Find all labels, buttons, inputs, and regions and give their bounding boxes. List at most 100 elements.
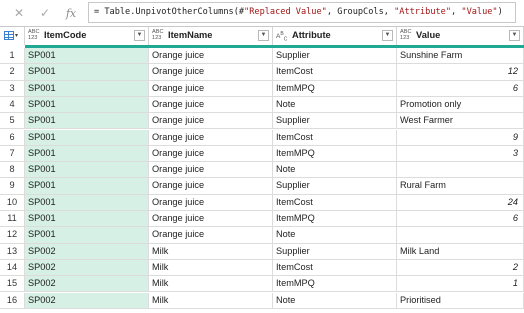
- cell-value[interactable]: 2: [397, 259, 524, 277]
- cell-value[interactable]: 1: [397, 276, 524, 293]
- table-row[interactable]: 10 SP001 Orange juice ItemCost 24: [0, 194, 524, 211]
- table-row[interactable]: 2 SP001 Orange juice ItemCost 12: [0, 64, 524, 81]
- table-row[interactable]: 8 SP001 Orange juice Note: [0, 162, 524, 179]
- row-number[interactable]: 9: [0, 178, 25, 195]
- cell-attribute[interactable]: ItemCost: [273, 129, 397, 146]
- cell-attribute[interactable]: Note: [273, 96, 397, 114]
- cell-attribute[interactable]: ItemMPQ: [273, 211, 397, 228]
- cell-itemname[interactable]: Milk: [149, 259, 273, 277]
- cell-itemcode[interactable]: SP001: [25, 145, 149, 163]
- cell-itemname[interactable]: Orange juice: [149, 129, 273, 146]
- cell-itemcode[interactable]: SP001: [25, 96, 149, 114]
- cell-attribute[interactable]: Note: [273, 162, 397, 179]
- table-row[interactable]: 6 SP001 Orange juice ItemCost 9: [0, 129, 524, 146]
- cell-value[interactable]: Milk Land: [397, 243, 524, 260]
- cell-itemname[interactable]: Orange juice: [149, 194, 273, 211]
- cell-itemcode[interactable]: SP002: [25, 292, 149, 309]
- row-number[interactable]: 2: [0, 64, 25, 81]
- row-number[interactable]: 10: [0, 194, 25, 211]
- cell-itemname[interactable]: Orange juice: [149, 113, 273, 130]
- cell-attribute[interactable]: ItemMPQ: [273, 145, 397, 163]
- cell-itemcode[interactable]: SP001: [25, 80, 149, 97]
- table-row[interactable]: 3 SP001 Orange juice ItemMPQ 6: [0, 80, 524, 97]
- row-number[interactable]: 7: [0, 145, 25, 163]
- cell-value[interactable]: 6: [397, 80, 524, 97]
- cell-attribute[interactable]: ItemMPQ: [273, 80, 397, 97]
- cell-itemcode[interactable]: SP001: [25, 113, 149, 130]
- table-row[interactable]: 13 SP002 Milk Supplier Milk Land: [0, 243, 524, 260]
- table-row[interactable]: 15 SP002 Milk ItemMPQ 1: [0, 276, 524, 293]
- cell-attribute[interactable]: Note: [273, 227, 397, 244]
- cell-itemcode[interactable]: SP002: [25, 259, 149, 277]
- column-header-value[interactable]: ABC 123 Value ▼: [397, 27, 524, 45]
- cell-value[interactable]: Promotion only: [397, 96, 524, 114]
- cell-itemcode[interactable]: SP001: [25, 129, 149, 146]
- filter-dropdown-icon[interactable]: ▼: [134, 30, 145, 41]
- table-row[interactable]: 12 SP001 Orange juice Note: [0, 227, 524, 244]
- cell-itemname[interactable]: Orange juice: [149, 48, 273, 65]
- cell-attribute[interactable]: ItemCost: [273, 194, 397, 211]
- table-row[interactable]: 9 SP001 Orange juice Supplier Rural Farm: [0, 178, 524, 195]
- cell-value[interactable]: 12: [397, 64, 524, 81]
- cell-itemcode[interactable]: SP001: [25, 64, 149, 81]
- table-row[interactable]: 16 SP002 Milk Note Prioritised: [0, 292, 524, 309]
- type-any-icon[interactable]: ABC 123: [400, 29, 412, 41]
- cell-itemname[interactable]: Orange juice: [149, 227, 273, 244]
- row-number[interactable]: 14: [0, 259, 25, 277]
- column-header-attribute[interactable]: ABC Attribute ▼: [273, 27, 397, 45]
- table-row[interactable]: 1 SP001 Orange juice Supplier Sunshine Farm: [0, 48, 524, 65]
- cell-itemname[interactable]: Milk: [149, 292, 273, 309]
- cell-itemcode[interactable]: SP001: [25, 178, 149, 195]
- cell-itemname[interactable]: Orange juice: [149, 178, 273, 195]
- cell-value[interactable]: Prioritised: [397, 292, 524, 309]
- row-number[interactable]: 16: [0, 292, 25, 309]
- filter-dropdown-icon[interactable]: ▼: [509, 30, 520, 41]
- fx-icon[interactable]: fx: [60, 4, 82, 22]
- cell-value[interactable]: 24: [397, 194, 524, 211]
- cell-value[interactable]: [397, 162, 524, 179]
- column-header-itemname[interactable]: ABC 123 ItemName ▼: [149, 27, 273, 45]
- formula-input[interactable]: = Table.UnpivotOtherColumns(#"Replaced V…: [88, 2, 516, 23]
- row-number[interactable]: 15: [0, 276, 25, 293]
- cell-itemname[interactable]: Orange juice: [149, 96, 273, 114]
- cell-itemname[interactable]: Orange juice: [149, 145, 273, 163]
- cell-itemname[interactable]: Orange juice: [149, 80, 273, 97]
- cell-value[interactable]: 3: [397, 145, 524, 163]
- cell-attribute[interactable]: ItemMPQ: [273, 276, 397, 293]
- row-number[interactable]: 13: [0, 243, 25, 260]
- column-header-itemcode[interactable]: ABC 123 ItemCode ▼: [25, 27, 149, 45]
- row-number[interactable]: 6: [0, 129, 25, 146]
- row-number[interactable]: 1: [0, 48, 25, 65]
- type-any-icon[interactable]: ABC 123: [152, 29, 164, 41]
- row-number[interactable]: 11: [0, 211, 25, 228]
- cell-itemcode[interactable]: SP002: [25, 276, 149, 293]
- cell-itemname[interactable]: Orange juice: [149, 64, 273, 81]
- type-any-icon[interactable]: ABC 123: [28, 29, 40, 41]
- table-row[interactable]: 11 SP001 Orange juice ItemMPQ 6: [0, 211, 524, 228]
- cell-value[interactable]: 6: [397, 211, 524, 228]
- cell-itemname[interactable]: Orange juice: [149, 211, 273, 228]
- cell-itemcode[interactable]: SP001: [25, 162, 149, 179]
- row-number[interactable]: 3: [0, 80, 25, 97]
- table-row[interactable]: 14 SP002 Milk ItemCost 2: [0, 259, 524, 277]
- cell-itemcode[interactable]: SP001: [25, 48, 149, 65]
- cell-itemname[interactable]: Milk: [149, 243, 273, 260]
- filter-dropdown-icon[interactable]: ▼: [258, 30, 269, 41]
- cell-itemcode[interactable]: SP001: [25, 227, 149, 244]
- cell-itemname[interactable]: Milk: [149, 276, 273, 293]
- cell-value[interactable]: West Farmer: [397, 113, 524, 130]
- cell-attribute[interactable]: Supplier: [273, 113, 397, 130]
- table-row[interactable]: 5 SP001 Orange juice Supplier West Farmer: [0, 113, 524, 130]
- table-row[interactable]: 7 SP001 Orange juice ItemMPQ 3: [0, 145, 524, 163]
- cell-value[interactable]: Rural Farm: [397, 178, 524, 195]
- row-number[interactable]: 5: [0, 113, 25, 130]
- close-icon[interactable]: ✕: [8, 4, 30, 22]
- cell-attribute[interactable]: ItemCost: [273, 64, 397, 81]
- row-number[interactable]: 4: [0, 96, 25, 114]
- cell-itemcode[interactable]: SP001: [25, 194, 149, 211]
- check-icon[interactable]: ✓: [34, 4, 56, 22]
- cell-value[interactable]: [397, 227, 524, 244]
- table-row[interactable]: 4 SP001 Orange juice Note Promotion only: [0, 96, 524, 114]
- cell-itemcode[interactable]: SP002: [25, 243, 149, 260]
- cell-itemname[interactable]: Orange juice: [149, 162, 273, 179]
